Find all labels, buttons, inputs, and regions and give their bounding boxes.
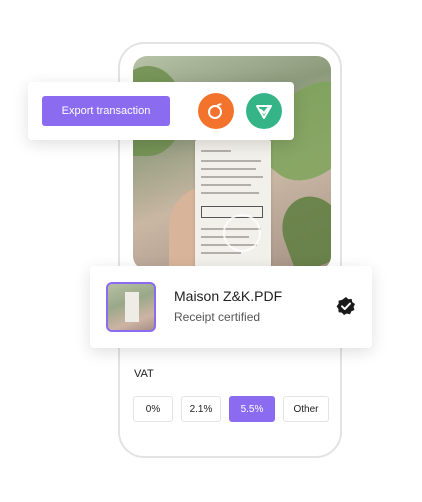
export-card: Export transaction: [28, 82, 294, 140]
receipt-thumbnail: [106, 282, 156, 332]
vat-option-0[interactable]: 0%: [133, 396, 173, 422]
vat-label: VAT: [134, 368, 154, 380]
file-card[interactable]: Maison Z&K.PDF Receipt certified: [90, 266, 372, 348]
vat-option-2-1[interactable]: 2.1%: [181, 396, 221, 422]
green-app-icon[interactable]: [246, 93, 282, 129]
export-transaction-button[interactable]: Export transaction: [42, 96, 170, 126]
vat-option-other[interactable]: Other: [283, 396, 329, 422]
verified-check-icon: [336, 297, 355, 315]
paper-receipt: [195, 140, 271, 270]
orange-app-icon[interactable]: [198, 93, 234, 129]
file-name: Maison Z&K.PDF: [174, 288, 283, 304]
file-status: Receipt certified: [174, 310, 261, 324]
camera-focus-ring: [223, 214, 261, 252]
vat-option-5-5[interactable]: 5.5%: [229, 396, 275, 422]
